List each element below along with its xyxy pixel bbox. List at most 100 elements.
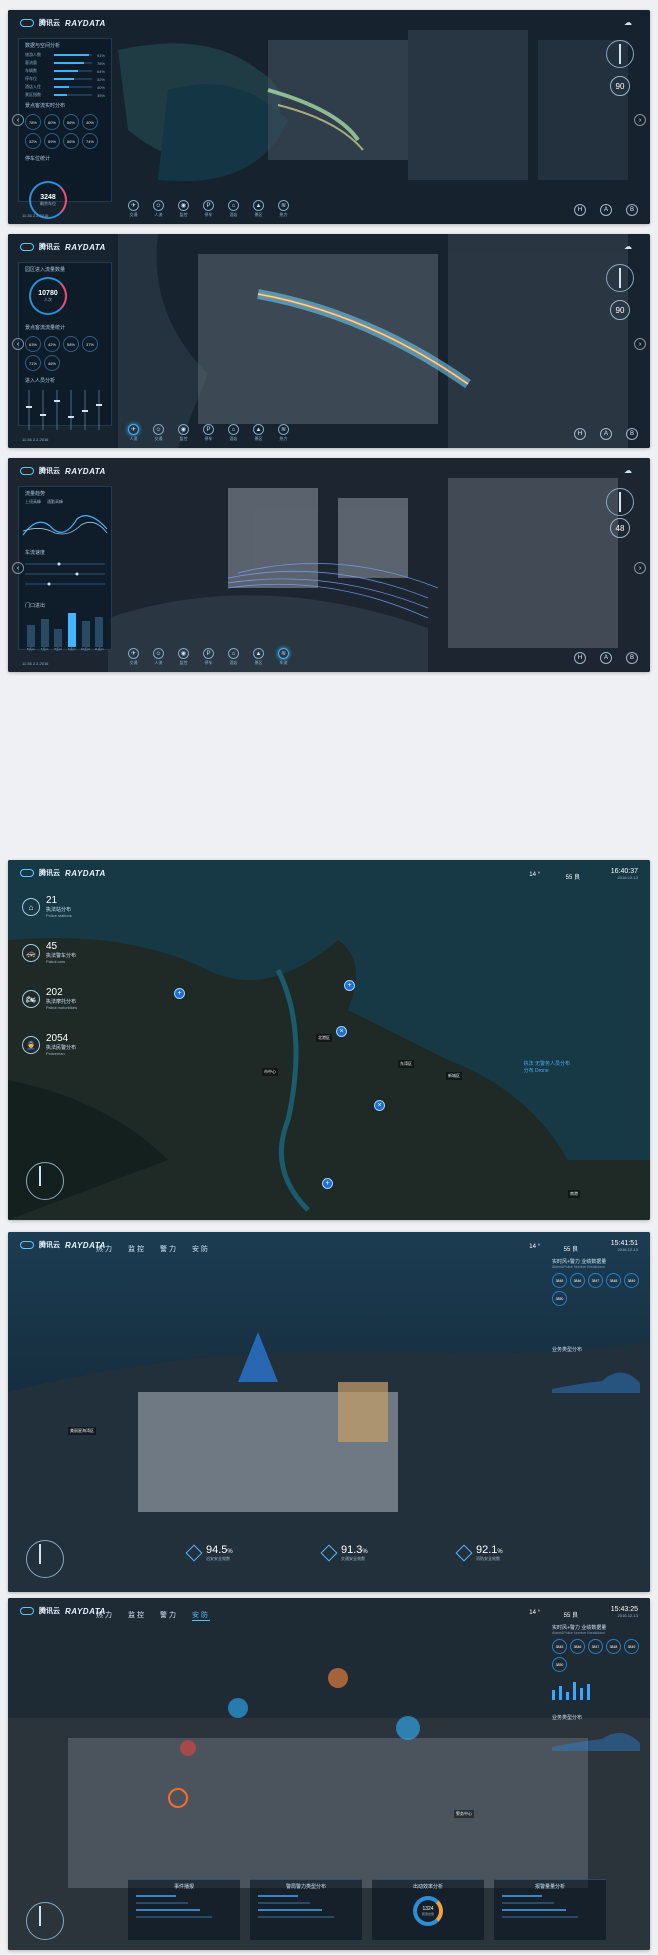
- tool-button[interactable]: ☺ 人流: [153, 200, 164, 218]
- view-button-b[interactable]: B: [626, 204, 638, 216]
- tool-button[interactable]: ◉ 监控: [178, 424, 189, 442]
- tool-button[interactable]: ◉ 监控: [178, 648, 189, 666]
- bar-track: [54, 94, 92, 96]
- compass-icon[interactable]: [606, 488, 634, 516]
- tool-label: 监控: [179, 436, 188, 441]
- prev-arrow-icon[interactable]: ‹: [12, 114, 24, 126]
- view-button-h[interactable]: H: [574, 204, 586, 216]
- screen-5: 腾讯云 RAYDATA 热力 监控 警力 安防 14 ° 55 良 15:41:51 …: [8, 1232, 650, 1592]
- clock-date: 2016-12-13: [617, 875, 638, 880]
- view-buttons: HAB: [574, 428, 638, 440]
- tool-button[interactable]: ✈ 交通: [128, 648, 139, 666]
- kpi-text: 94.5% 治安安全效数: [206, 1544, 233, 1562]
- next-arrow-icon[interactable]: ›: [634, 338, 646, 350]
- tool-button[interactable]: ▲ 景区: [253, 424, 264, 442]
- tool-button[interactable]: P 停车: [203, 424, 214, 442]
- kpi-value: 91.3%: [341, 1544, 368, 1556]
- view-button-a[interactable]: A: [600, 204, 612, 216]
- tool-button[interactable]: ⌂ 酒店: [228, 648, 239, 666]
- view-button-a[interactable]: A: [600, 428, 612, 440]
- radar-widget-icon[interactable]: [26, 1540, 64, 1578]
- tool-button[interactable]: ▲ 景区: [253, 200, 264, 218]
- nav-tab[interactable]: 热力: [96, 1610, 114, 1621]
- tool-button[interactable]: P 停车: [203, 200, 214, 218]
- stat-label-en: Police stations: [46, 913, 72, 918]
- nav-char: 监: [128, 1246, 137, 1253]
- slider-group[interactable]: [19, 386, 111, 434]
- gate-bar: [40, 619, 49, 647]
- zoom-level[interactable]: 90: [610, 300, 630, 320]
- nav-tab[interactable]: 监控: [128, 1610, 146, 1621]
- next-arrow-icon[interactable]: ›: [634, 562, 646, 574]
- tool-button[interactable]: P 停车: [203, 648, 214, 666]
- patrol-marker-icon[interactable]: ×: [374, 1100, 385, 1111]
- bar-percent: 40%: [96, 84, 105, 90]
- gate-column: 11点px: [93, 617, 105, 651]
- clock-time: 15:41:51: [610, 1240, 638, 1247]
- kpi-unit: %: [497, 1549, 503, 1555]
- nav-tab[interactable]: 安防: [192, 1610, 210, 1621]
- view-button-h[interactable]: H: [574, 652, 586, 664]
- tool-button[interactable]: ✈ 交通: [128, 200, 139, 218]
- tool-button[interactable]: ≋ 热力: [278, 424, 289, 442]
- tool-button[interactable]: ⌂ 酒店: [228, 200, 239, 218]
- nav-tab[interactable]: 热力: [96, 1244, 114, 1254]
- compass-icon[interactable]: [606, 264, 634, 292]
- gate-title: 门口进出: [25, 603, 46, 609]
- bar-track: [54, 62, 92, 64]
- distribution-area-chart: [552, 1372, 640, 1393]
- next-arrow-icon[interactable]: ›: [634, 114, 646, 126]
- gauge-value: 3248: [40, 193, 56, 201]
- zoom-level[interactable]: 48: [610, 518, 630, 538]
- radar-widget-icon[interactable]: [26, 1162, 64, 1200]
- tool-label: 停车: [204, 212, 213, 217]
- tool-button[interactable]: ☺ 人流: [153, 648, 164, 666]
- stat-label-en: Patrol motorbikes: [46, 1005, 78, 1010]
- nav-tab[interactable]: 警力: [160, 1244, 178, 1254]
- bar-fill: [54, 54, 89, 56]
- ring-chart: 42%: [44, 336, 60, 352]
- stat-icon: ⌂: [22, 898, 40, 916]
- police-marker-icon[interactable]: +: [174, 988, 185, 999]
- nav-tab[interactable]: 警力: [160, 1610, 178, 1621]
- tool-button[interactable]: ✈ 人流: [128, 424, 139, 442]
- kpi-label: 消防安全效数: [476, 1556, 500, 1561]
- kpi-card: 91.3% 交通安全效数: [320, 1544, 368, 1562]
- place-label: 美丽星海湾区: [68, 1427, 96, 1435]
- nav-tab[interactable]: 安防: [192, 1244, 210, 1254]
- screen-1: 腾讯云 RAYDATA 数据与空间分析 旅游人数 91% 客流量 78% 车辆数 64% 停…: [8, 10, 650, 224]
- tool-button[interactable]: ≋ 车流: [278, 648, 289, 666]
- gate-column: 8点px: [25, 625, 37, 651]
- police-marker-icon[interactable]: +: [344, 980, 355, 991]
- tool-button[interactable]: ◉ 监控: [178, 200, 189, 218]
- prev-arrow-icon[interactable]: ‹: [12, 562, 24, 574]
- patrol-marker-icon[interactable]: ×: [336, 1026, 347, 1037]
- view-button-b[interactable]: B: [626, 428, 638, 440]
- compass-icon[interactable]: [606, 40, 634, 68]
- nav-tab[interactable]: 监控: [128, 1244, 146, 1254]
- tool-button[interactable]: ≋ 热力: [278, 200, 289, 218]
- ring-chart: 63%: [25, 336, 41, 352]
- police-stat[interactable]: 🚓 45 执法警车分布 Patrol cars: [22, 942, 76, 964]
- gate-label: 10点px: [80, 647, 91, 651]
- tool-label: 酒店: [229, 212, 238, 217]
- prev-arrow-icon[interactable]: ‹: [12, 338, 24, 350]
- tool-button[interactable]: ☺ 交通: [153, 424, 164, 442]
- tool-button[interactable]: ▲ 景区: [253, 648, 264, 666]
- zoom-level[interactable]: 90: [610, 76, 630, 96]
- place-label: 南港: [568, 1190, 580, 1198]
- police-stat[interactable]: ⌂ 21 执法站分布 Police stations: [22, 896, 72, 918]
- tool-label: 热力: [279, 436, 288, 441]
- view-button-a[interactable]: A: [600, 652, 612, 664]
- police-marker-icon[interactable]: +: [322, 1178, 333, 1189]
- gate-label: 9点px: [67, 647, 76, 651]
- shield-icon: [455, 1544, 473, 1562]
- view-button-b[interactable]: B: [626, 652, 638, 664]
- visitor-gauge: 10780 人次: [29, 277, 67, 315]
- view-button-h[interactable]: H: [574, 428, 586, 440]
- tool-button[interactable]: ⌂ 酒店: [228, 424, 239, 442]
- legend-line-2: 分布 Drone: [523, 1068, 549, 1074]
- police-stat[interactable]: 🏍 202 执法摩托分布 Patrol motorbikes: [22, 988, 77, 1010]
- police-stat[interactable]: 👮 2054 执法民警分布 Policeman: [22, 1034, 76, 1056]
- radar-widget-icon[interactable]: [26, 1902, 64, 1940]
